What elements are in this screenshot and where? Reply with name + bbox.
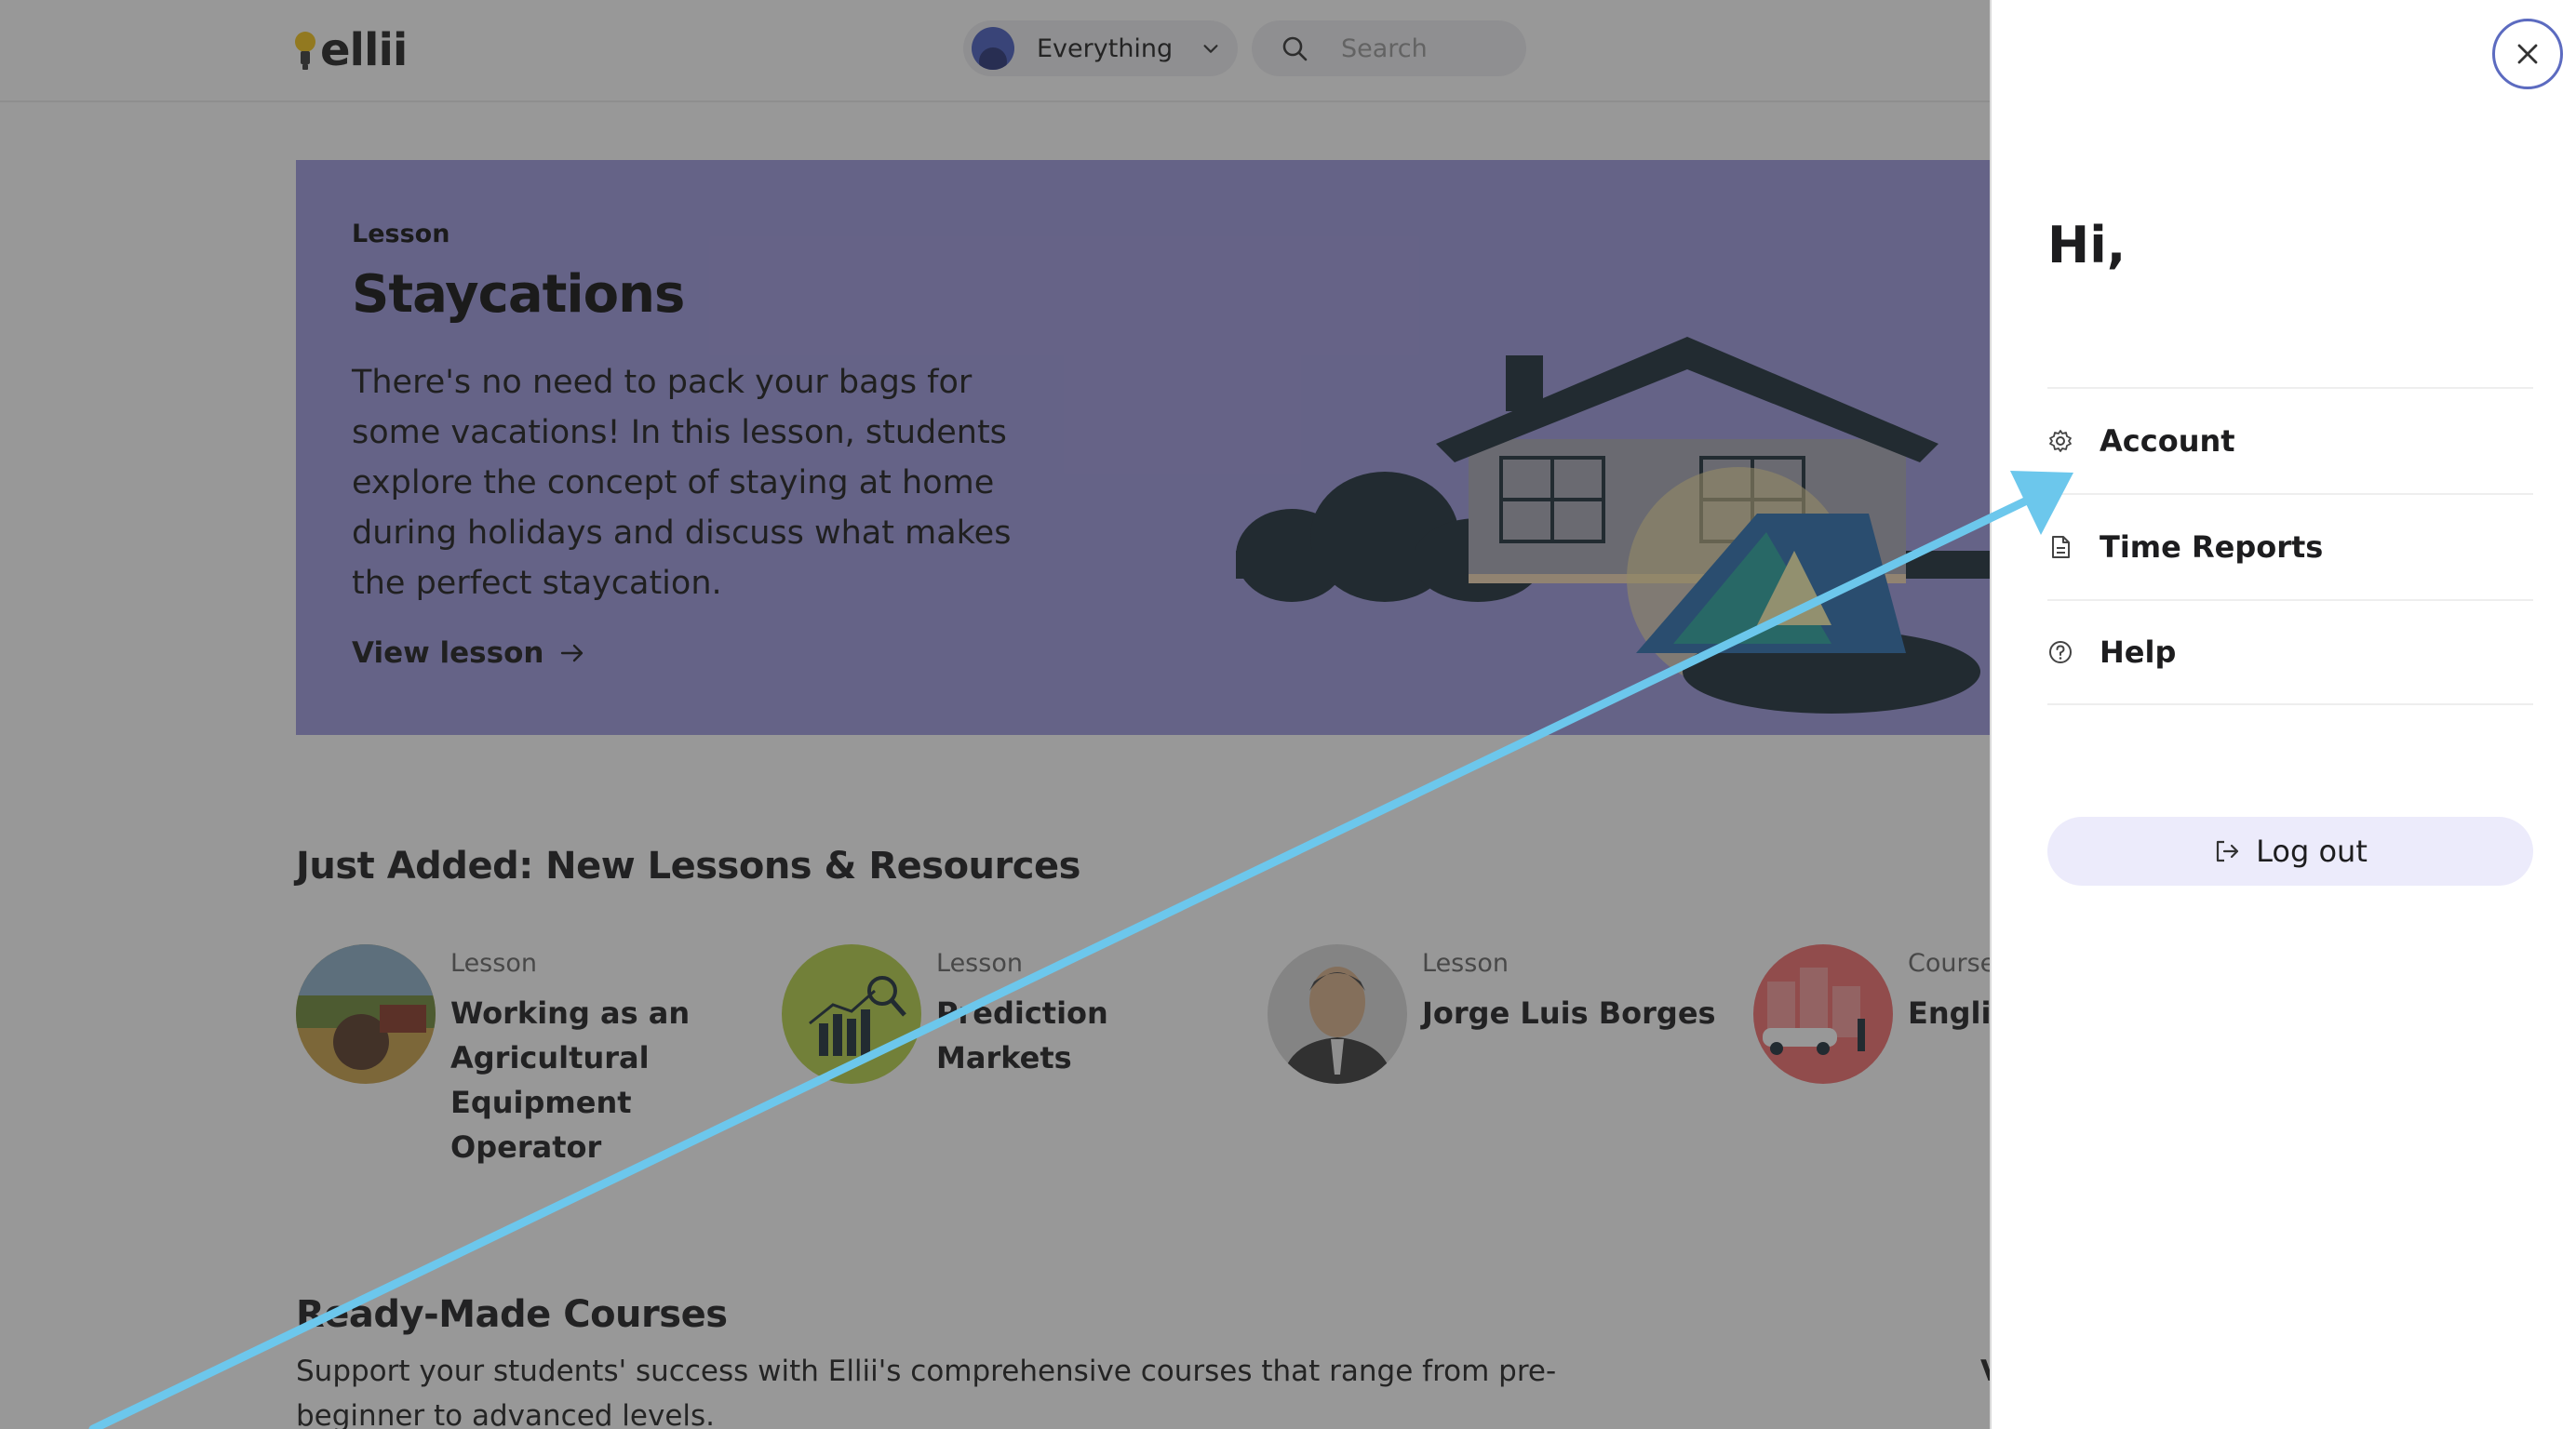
- close-icon: [2517, 44, 2538, 64]
- close-drawer-button[interactable]: [2492, 19, 2563, 89]
- menu-item-help[interactable]: Help: [2047, 599, 2533, 705]
- menu-item-label: Time Reports: [2100, 529, 2324, 565]
- menu-item-label: Help: [2100, 634, 2177, 670]
- menu-item-time-reports[interactable]: Time Reports: [2047, 493, 2533, 599]
- menu-item-label: Account: [2100, 423, 2235, 459]
- greeting-text: Hi,: [2047, 216, 2127, 274]
- document-icon: [2052, 536, 2070, 558]
- account-drawer: Hi, Account Time Reports Help Log out: [1990, 0, 2576, 1429]
- help-circle-icon: [2049, 641, 2072, 663]
- gear-icon: [2049, 430, 2072, 452]
- logout-button[interactable]: Log out: [2047, 817, 2533, 886]
- account-menu: Account Time Reports Help: [2047, 387, 2533, 705]
- logout-label: Log out: [2256, 834, 2368, 869]
- logout-icon: [2217, 840, 2239, 862]
- menu-item-account[interactable]: Account: [2047, 387, 2533, 493]
